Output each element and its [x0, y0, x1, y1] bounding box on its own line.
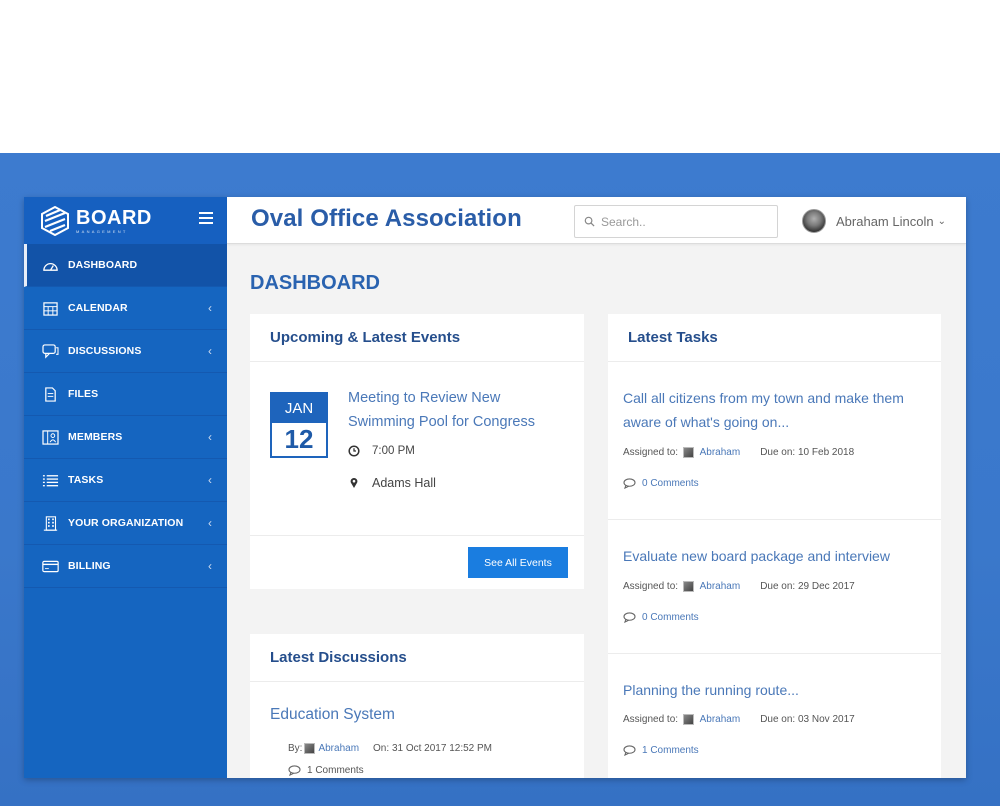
page-title: DASHBOARD — [250, 272, 380, 294]
task-item: Planning the running route... Assigned t… — [608, 654, 941, 778]
chevron-left-icon: ‹ — [208, 473, 212, 487]
page-top-whitespace — [0, 0, 1000, 153]
sidebar-item-label: DISCUSSIONS — [68, 345, 142, 357]
sidebar: BOARD MANAGEMENT DASHBOARD CALENDAR ‹ DI… — [24, 197, 227, 778]
comment-icon — [623, 478, 636, 489]
user-name: Abraham Lincoln — [836, 213, 934, 229]
event-location-text: Adams Hall — [372, 476, 436, 490]
discussion-meta: By: Abraham On: 31 Oct 2017 12:52 PM — [288, 743, 493, 754]
board-logo-icon — [41, 205, 69, 236]
clock-icon — [348, 445, 360, 457]
assignee-link[interactable]: Abraham — [700, 581, 741, 592]
map-pin-icon — [350, 477, 358, 488]
search-input[interactable] — [601, 214, 771, 229]
task-comments[interactable]: 1 Comments — [623, 745, 699, 756]
calendar-icon — [41, 300, 59, 316]
assignee-link[interactable]: Abraham — [700, 447, 741, 458]
task-meta: Assigned to: Abraham Due on: 10 Feb 2018 — [623, 447, 855, 458]
event-location: Adams Hall — [348, 476, 436, 490]
sidebar-item-files[interactable]: FILES — [24, 373, 227, 416]
task-title-link[interactable]: Call all citizens from my town and make … — [623, 386, 928, 434]
events-card-title: Upcoming & Latest Events — [270, 329, 461, 346]
brand-name: BOARD — [76, 206, 152, 229]
task-due-date: 29 Dec 2017 — [798, 581, 855, 592]
sidebar-item-label: CALENDAR — [68, 302, 128, 314]
sidebar-item-label: BILLING — [68, 560, 111, 572]
tasks-card-title: Latest Tasks — [628, 329, 718, 346]
chevron-left-icon: ‹ — [208, 301, 212, 315]
sidebar-item-label: MEMBERS — [68, 431, 123, 443]
sidebar-item-calendar[interactable]: CALENDAR ‹ — [24, 287, 227, 330]
discussion-date: 31 Oct 2017 12:52 PM — [391, 743, 493, 754]
assignee-link[interactable]: Abraham — [700, 714, 741, 725]
task-comments[interactable]: 0 Comments — [623, 612, 699, 623]
assignee-avatar — [682, 714, 694, 725]
sidebar-item-tasks[interactable]: TASKS ‹ — [24, 459, 227, 502]
sidebar-item-billing[interactable]: BILLING ‹ — [24, 545, 227, 588]
sidebar-item-dashboard[interactable]: DASHBOARD — [24, 244, 227, 287]
discussion-title-link[interactable]: Education System — [270, 706, 395, 724]
sidebar-item-your-organization[interactable]: YOUR ORGANIZATION ‹ — [24, 502, 227, 545]
task-item: Evaluate new board package and interview… — [608, 520, 941, 654]
chevron-left-icon: ‹ — [208, 344, 212, 358]
chevron-left-icon: ‹ — [208, 430, 212, 444]
task-item: Call all citizens from my town and make … — [608, 362, 941, 520]
list-icon — [41, 472, 59, 488]
sidebar-item-members[interactable]: MEMBERS ‹ — [24, 416, 227, 459]
discussions-card-title: Latest Discussions — [270, 649, 407, 666]
file-icon — [41, 386, 59, 402]
author-avatar — [304, 743, 316, 754]
task-title-link[interactable]: Evaluate new board package and interview — [623, 544, 928, 568]
members-icon — [41, 429, 59, 445]
assignee-avatar — [682, 581, 694, 592]
building-icon — [41, 515, 59, 531]
task-due-date: 03 Nov 2017 — [798, 714, 855, 725]
menu-toggle-icon[interactable] — [199, 212, 213, 224]
event-day: 12 — [284, 424, 314, 454]
event-time-text: 7:00 PM — [372, 445, 415, 457]
sidebar-nav: DASHBOARD CALENDAR ‹ DISCUSSIONS ‹ FILES… — [24, 244, 227, 588]
event-title-link[interactable]: Meeting to Review New Swimming Pool for … — [348, 386, 568, 434]
event-item: JAN 12 Meeting to Review New Swimming Po… — [250, 362, 584, 536]
search-icon — [584, 216, 595, 227]
chevron-left-icon: ‹ — [208, 559, 212, 573]
organization-title: Oval Office Association — [251, 205, 522, 232]
sidebar-item-label: TASKS — [68, 474, 104, 486]
search-box[interactable] — [574, 205, 778, 238]
discussion-comments[interactable]: 1 Comments — [288, 765, 364, 776]
dashboard-gauge-icon — [41, 257, 59, 273]
event-time: 7:00 PM — [348, 445, 415, 457]
brand: BOARD MANAGEMENT — [24, 197, 227, 244]
comment-icon — [288, 765, 301, 776]
chevron-down-icon: ⌄ — [937, 215, 946, 227]
discussion-author-link[interactable]: Abraham — [318, 743, 359, 754]
comment-icon — [623, 745, 636, 756]
see-all-events-button[interactable]: See All Events — [468, 547, 568, 578]
sidebar-item-label: DASHBOARD — [68, 259, 138, 271]
event-month: JAN — [272, 394, 326, 423]
events-card: Upcoming & Latest Events JAN 12 Meeting … — [250, 314, 584, 589]
task-meta: Assigned to: Abraham Due on: 29 Dec 2017 — [623, 581, 855, 592]
event-date-badge: JAN 12 — [270, 392, 328, 458]
sidebar-item-discussions[interactable]: DISCUSSIONS ‹ — [24, 330, 227, 373]
task-due-date: 10 Feb 2018 — [798, 447, 855, 458]
discussions-card: Latest Discussions Education System By: … — [250, 634, 584, 778]
task-meta: Assigned to: Abraham Due on: 03 Nov 2017 — [623, 714, 855, 725]
chat-bubbles-icon — [41, 343, 59, 359]
comment-icon — [623, 612, 636, 623]
brand-subtitle: MANAGEMENT — [76, 228, 128, 234]
user-menu[interactable]: Abraham Lincoln ⌄ — [802, 209, 946, 233]
assignee-avatar — [682, 447, 694, 458]
app-window: BOARD MANAGEMENT DASHBOARD CALENDAR ‹ DI… — [24, 197, 966, 778]
sidebar-item-label: FILES — [68, 388, 99, 400]
sidebar-item-label: YOUR ORGANIZATION — [68, 517, 184, 529]
task-title-link[interactable]: Planning the running route... — [623, 678, 928, 702]
top-header: Oval Office Association Abraham Lincoln … — [227, 197, 966, 244]
credit-card-icon — [41, 558, 59, 574]
tasks-card: Latest Tasks Call all citizens from my t… — [608, 314, 941, 778]
chevron-left-icon: ‹ — [208, 516, 212, 530]
user-avatar — [802, 209, 826, 233]
task-comments[interactable]: 0 Comments — [623, 478, 699, 489]
